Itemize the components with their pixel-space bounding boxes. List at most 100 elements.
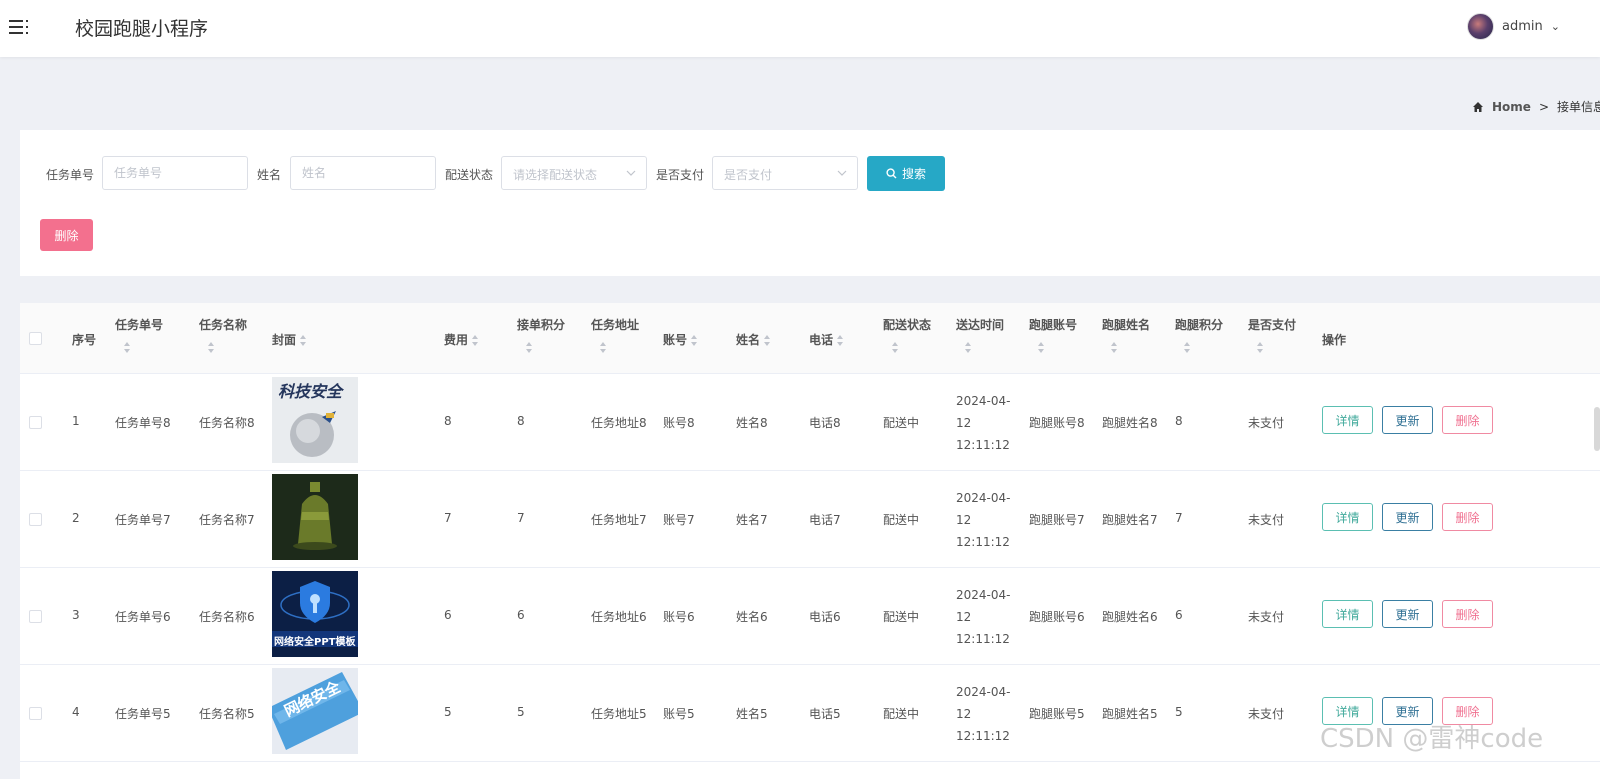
cell-runner-name: 跑腿姓名6	[1102, 610, 1158, 624]
update-button[interactable]: 更新	[1382, 503, 1433, 531]
watermark: CSDN @雷神code	[1320, 724, 1544, 754]
cell-task-name: 任务名称6	[199, 610, 255, 624]
sort-icon[interactable]	[123, 342, 131, 353]
delete-button[interactable]: 删除	[1442, 406, 1493, 434]
cell-points: 8	[517, 414, 525, 428]
menu-icon[interactable]	[8, 16, 30, 38]
cell-runner-points: 7	[1175, 511, 1183, 525]
username[interactable]: admin	[1502, 19, 1543, 34]
th-account[interactable]: 账号	[663, 331, 698, 348]
cell-account: 账号6	[663, 610, 695, 624]
row-checkbox[interactable]	[29, 513, 42, 526]
row-checkbox[interactable]	[29, 416, 42, 429]
cell-runner-account: 跑腿账号8	[1029, 416, 1085, 430]
row-checkbox[interactable]	[29, 610, 42, 623]
top-navbar: 校园跑腿小程序 admin ⌄	[0, 0, 1600, 57]
cell-fee: 7	[444, 511, 452, 525]
detail-button[interactable]: 详情	[1322, 503, 1373, 531]
th-points[interactable]: 接单积分	[517, 316, 565, 333]
cell-task-no: 任务单号6	[115, 610, 171, 624]
cell-fee: 8	[444, 414, 452, 428]
cell-status: 配送中	[883, 513, 920, 527]
name-input[interactable]	[290, 156, 436, 190]
cell-runner-name: 跑腿姓名5	[1102, 707, 1158, 721]
sort-icon[interactable]	[525, 342, 533, 353]
th-runner-account[interactable]: 跑腿账号	[1029, 316, 1077, 333]
paid-select[interactable]: 是否支付	[712, 156, 858, 190]
cell-runner-account: 跑腿账号7	[1029, 513, 1085, 527]
th-account-label: 账号	[663, 333, 688, 347]
task-no-input[interactable]	[102, 156, 248, 190]
detail-button[interactable]: 详情	[1322, 600, 1373, 628]
paid-select-placeholder: 是否支付	[724, 168, 773, 182]
cell-runner-points: 8	[1175, 414, 1183, 428]
cell-name: 姓名5	[736, 707, 768, 721]
th-task-no[interactable]: 任务单号	[115, 316, 163, 333]
user-menu[interactable]: admin ⌄	[1467, 13, 1560, 40]
app-title: 校园跑腿小程序	[75, 18, 209, 40]
data-table: 序号 任务单号 任务名称 封面 费用 接单积分 任务地址 账号 姓名 电话 配送…	[20, 303, 1600, 779]
breadcrumb-home[interactable]: Home	[1492, 100, 1531, 114]
delete-button[interactable]: 删除	[1442, 600, 1493, 628]
cell-account: 账号7	[663, 513, 695, 527]
sort-icon[interactable]	[1256, 342, 1264, 353]
th-name-label: 姓名	[736, 333, 761, 347]
sort-icon[interactable]	[207, 342, 215, 353]
cell-fee: 5	[444, 705, 452, 719]
cover-image[interactable]: 科技安全	[272, 377, 358, 463]
cell-points: 6	[517, 608, 525, 622]
cell-time: 2024-04-12 12:11:12	[956, 588, 1011, 646]
cell-runner-name: 跑腿姓名8	[1102, 416, 1158, 430]
cell-runner-name: 跑腿姓名7	[1102, 513, 1158, 527]
search-button[interactable]: 搜索	[867, 156, 945, 191]
th-paid[interactable]: 是否支付	[1248, 316, 1296, 333]
update-button[interactable]: 更新	[1382, 600, 1433, 628]
th-fee[interactable]: 费用	[444, 331, 479, 348]
avatar[interactable]	[1467, 13, 1495, 40]
cell-runner-points: 5	[1175, 705, 1183, 719]
select-all-checkbox[interactable]	[29, 332, 42, 345]
cover-image[interactable]: 网络安全	[272, 668, 358, 754]
th-time[interactable]: 送达时间	[956, 316, 1004, 333]
sort-icon[interactable]	[1183, 342, 1191, 353]
th-task-name[interactable]: 任务名称	[199, 316, 247, 333]
row-checkbox[interactable]	[29, 707, 42, 720]
cell-address: 任务地址8	[591, 416, 647, 430]
search-icon	[886, 168, 897, 179]
cell-address: 任务地址5	[591, 707, 647, 721]
paid-label: 是否支付	[656, 168, 705, 182]
update-button[interactable]: 更新	[1382, 406, 1433, 434]
sort-icon[interactable]	[836, 335, 844, 346]
batch-delete-button[interactable]: 删除	[40, 219, 93, 251]
detail-button[interactable]: 详情	[1322, 406, 1373, 434]
table-row: 1 任务单号8 任务名称8 科技安全 8 8 任务地址8 账号8 姓名8 电话8…	[20, 374, 1600, 471]
th-runner-name[interactable]: 跑腿姓名	[1102, 316, 1150, 333]
sort-icon[interactable]	[471, 335, 479, 346]
cover-image[interactable]: 网络安全PPT模板	[272, 571, 358, 657]
sort-icon[interactable]	[891, 342, 899, 353]
th-address[interactable]: 任务地址	[591, 316, 639, 333]
chevron-down-icon[interactable]: ⌄	[1551, 20, 1560, 33]
sort-icon[interactable]	[299, 335, 307, 346]
delete-button[interactable]: 删除	[1442, 503, 1493, 531]
cell-status: 配送中	[883, 610, 920, 624]
cover-image[interactable]	[272, 474, 358, 560]
sort-icon[interactable]	[599, 342, 607, 353]
sort-icon[interactable]	[964, 342, 972, 353]
cell-runner-points: 6	[1175, 608, 1183, 622]
sort-icon[interactable]	[763, 335, 771, 346]
status-select[interactable]: 请选择配送状态	[501, 156, 647, 190]
sort-icon[interactable]	[1110, 342, 1118, 353]
cell-time: 2024-04-12 12:11:12	[956, 394, 1011, 452]
th-runner-points[interactable]: 跑腿积分	[1175, 316, 1223, 333]
cell-task-name: 任务名称7	[199, 513, 255, 527]
cover-text: 科技安全	[278, 382, 343, 401]
scrollbar-handle[interactable]	[1594, 407, 1600, 451]
th-status[interactable]: 配送状态	[883, 316, 931, 333]
name-label: 姓名	[257, 168, 282, 182]
th-cover[interactable]: 封面	[272, 331, 307, 348]
th-phone[interactable]: 电话	[809, 331, 844, 348]
th-name[interactable]: 姓名	[736, 331, 771, 348]
sort-icon[interactable]	[1037, 342, 1045, 353]
sort-icon[interactable]	[690, 335, 698, 346]
